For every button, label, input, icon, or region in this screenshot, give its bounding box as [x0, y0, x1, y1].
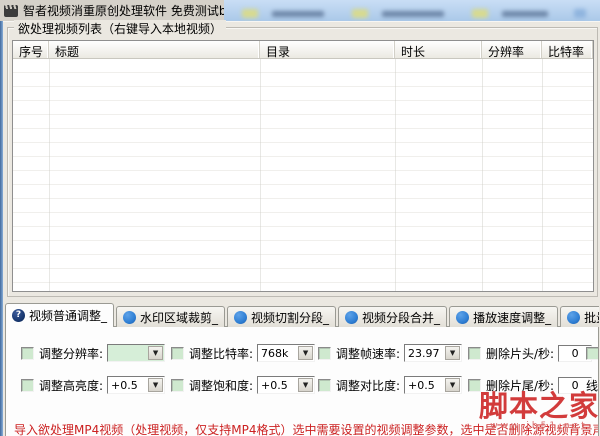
framerate-adjust-checkbox[interactable]	[318, 346, 331, 360]
bitrate-adjust-field: 调整比特率: 768k ▼	[171, 344, 318, 362]
dropdown-arrow-icon[interactable]: ▼	[445, 378, 461, 392]
app-window: 智者视频消重原创处理软件 免费测试beta版 欲处理视频列表（右键导入本地视频）…	[0, 0, 600, 436]
tab-video-segment-merge[interactable]: 视频分段合并_	[338, 306, 448, 327]
saturation-adjust-field: 调整饱和度: +0.5 ▼	[171, 376, 318, 394]
framerate-adjust-field: 调整帧速率: 23.97 ▼	[318, 344, 468, 362]
resolution-adjust-checkbox[interactable]	[21, 346, 34, 360]
desktop-icon-blur	[574, 9, 586, 18]
tab-label: 视频分段合并_	[362, 310, 441, 325]
trim-head-field: 删除片头/秒:	[468, 344, 593, 362]
trim-tail-label: 删除片尾/秒:	[486, 378, 555, 393]
title-bar[interactable]: 智者视频消重原创处理软件 免费测试beta版	[0, 0, 258, 21]
tab-playback-speed[interactable]: 播放速度调整_	[449, 306, 559, 327]
trim-tail-checkbox[interactable]	[468, 378, 481, 392]
video-list-table[interactable]: 序号 标题 目录 时长 分辨率 比特率	[12, 40, 594, 292]
desktop-icon-blur	[472, 9, 488, 18]
thread-label: 线程	[586, 378, 598, 393]
contrast-adjust-field: 调整对比度: +0.5 ▼	[318, 376, 468, 394]
tab-label: 批量加片头片尾_	[584, 310, 599, 325]
tab-video-normal-adjust[interactable]: ? 视频普通调整_	[5, 303, 115, 327]
tab-label: 水印区域裁剪_	[140, 310, 219, 325]
column-divider	[482, 59, 483, 291]
tab-video-cut-segment[interactable]: 视频切割分段_	[227, 306, 337, 327]
combo-value: 768k	[261, 346, 289, 360]
circle-blue-icon	[567, 310, 581, 324]
brightness-adjust-checkbox[interactable]	[21, 378, 34, 392]
circle-blue-icon	[123, 310, 137, 324]
resolution-adjust-label: 调整分辨率:	[39, 346, 104, 361]
framerate-combobox[interactable]: 23.97 ▼	[404, 344, 463, 362]
group-label: 欲处理视频列表（右键导入本地视频）	[14, 20, 227, 37]
dropdown-arrow-icon[interactable]: ▼	[148, 346, 164, 360]
clipped-field-row1: 删	[586, 345, 598, 362]
saturation-combobox[interactable]: +0.5 ▼	[257, 376, 316, 394]
column-header-resolution[interactable]: 分辨率	[482, 41, 542, 58]
control-row-2: 调整高亮度: +0.5 ▼ 调整饱和度: +0.5 ▼ 调整对比度: +0.5	[6, 375, 598, 395]
tab-label: 视频普通调整_	[29, 309, 108, 323]
brightness-adjust-field: 调整高亮度: +0.5 ▼	[21, 376, 171, 394]
bitrate-adjust-checkbox[interactable]	[171, 346, 184, 360]
trim-head-checkbox[interactable]	[468, 346, 481, 360]
desktop-background	[224, 0, 600, 22]
saturation-adjust-label: 调整饱和度:	[189, 378, 254, 393]
brightness-adjust-label: 调整高亮度:	[39, 378, 104, 393]
contrast-combobox[interactable]: +0.5 ▼	[404, 376, 463, 394]
clapperboard-icon	[4, 4, 18, 17]
desktop-icon-blur	[272, 11, 324, 17]
tab-watermark-crop[interactable]: 水印区域裁剪_	[116, 306, 226, 327]
dropdown-arrow-icon[interactable]: ▼	[445, 346, 461, 360]
tab-label: 播放速度调整_	[473, 310, 552, 325]
column-header-bitrate[interactable]: 比特率	[542, 41, 593, 58]
brightness-combobox[interactable]: +0.5 ▼	[107, 376, 166, 394]
circle-dark-blue-icon: ?	[12, 309, 25, 322]
circle-blue-icon	[345, 310, 359, 324]
bitrate-combobox[interactable]: 768k ▼	[257, 344, 316, 362]
column-divider	[260, 59, 261, 291]
column-divider	[49, 59, 50, 291]
tab-label: 视频切割分段_	[251, 310, 330, 325]
tab-batch-intro-outro[interactable]: 批量加片头片尾_	[560, 306, 599, 327]
video-list-body[interactable]	[13, 59, 593, 291]
framerate-adjust-label: 调整帧速率:	[336, 346, 401, 361]
column-header-index[interactable]: 序号	[13, 41, 49, 58]
dropdown-arrow-icon[interactable]: ▼	[298, 378, 314, 392]
desktop-icon-blur	[382, 11, 444, 17]
saturation-adjust-checkbox[interactable]	[171, 378, 184, 392]
combo-value: +0.5	[408, 378, 435, 392]
combo-value: +0.5	[111, 378, 138, 392]
combo-value: 23.97	[408, 346, 440, 360]
circle-blue-icon	[456, 310, 470, 324]
desktop-icon-blur	[502, 11, 548, 17]
tab-bar: ? 视频普通调整_ 水印区域裁剪_ 视频切割分段_ 视频分段合并_ 播放速度调整…	[5, 303, 599, 327]
clipped-checkbox[interactable]	[586, 346, 598, 360]
thread-field: 线程	[586, 377, 598, 394]
window-left-border	[0, 21, 3, 436]
column-header-directory[interactable]: 目录	[260, 41, 395, 58]
resolution-combobox[interactable]: ▼	[107, 344, 166, 362]
bitrate-adjust-label: 调整比特率:	[189, 346, 254, 361]
trim-tail-field: 删除片尾/秒:	[468, 376, 593, 394]
window-title: 智者视频消重原创处理软件 免费测试beta版	[23, 4, 258, 18]
contrast-adjust-checkbox[interactable]	[318, 378, 331, 392]
resolution-adjust-field: 调整分辨率: ▼	[21, 344, 171, 362]
instruction-note: 导入欲处理MP4视频（处理视频，仅支持MP4格式）选中需要设置的视频调整参数，选…	[14, 423, 598, 436]
column-header-duration[interactable]: 时长	[395, 41, 482, 58]
table-header: 序号 标题 目录 时长 分辨率 比特率	[13, 41, 593, 59]
column-divider	[542, 59, 543, 291]
desktop-icon-blur	[352, 9, 368, 18]
column-header-title[interactable]: 标题	[49, 41, 260, 58]
trim-head-label: 删除片头/秒:	[486, 346, 555, 361]
contrast-adjust-label: 调整对比度:	[336, 378, 401, 393]
control-row-1: 调整分辨率: ▼ 调整比特率: 768k ▼ 调整帧速率: 23.97 ▼ 删除…	[6, 343, 598, 363]
desktop-icon-blur	[242, 9, 258, 18]
dropdown-arrow-icon[interactable]: ▼	[148, 378, 164, 392]
combo-value: +0.5	[261, 378, 288, 392]
circle-blue-icon	[234, 310, 248, 324]
column-divider	[395, 59, 396, 291]
video-list-group: 欲处理视频列表（右键导入本地视频） 序号 标题 目录 时长 分辨率 比特率	[7, 20, 598, 297]
dropdown-arrow-icon[interactable]: ▼	[298, 346, 314, 360]
adjust-panel: 调整分辨率: ▼ 调整比特率: 768k ▼ 调整帧速率: 23.97 ▼ 删除…	[5, 326, 599, 436]
